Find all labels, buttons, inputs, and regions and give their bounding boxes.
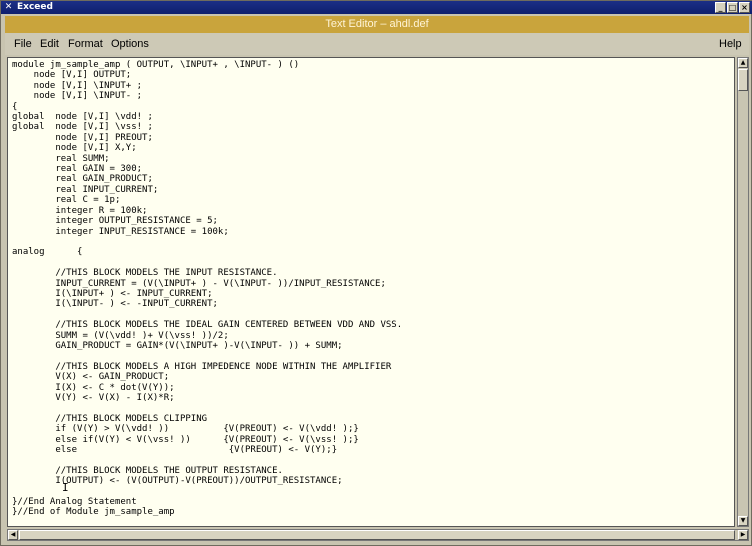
desktop-frame: ✕ Exceed _ □ × Text Editor – ahdl.def Fi… <box>0 0 752 546</box>
menu-bar: File Edit Format Options Help <box>5 33 749 55</box>
menu-format[interactable]: Format <box>68 38 103 50</box>
minimize-button[interactable]: _ <box>715 2 726 13</box>
menu-options[interactable]: Options <box>111 38 149 50</box>
horizontal-scrollbar[interactable]: ◀ ▶ <box>7 529 749 541</box>
text-editor-area[interactable]: module jm_sample_amp ( OUTPUT, \INPUT+ ,… <box>7 57 735 527</box>
outer-window-title: Exceed <box>17 2 53 12</box>
outer-title-bar[interactable]: ✕ Exceed _ □ × <box>1 1 752 14</box>
maximize-button[interactable]: □ <box>727 2 738 13</box>
x-logo-icon: ✕ <box>4 2 13 12</box>
editor-content[interactable]: module jm_sample_amp ( OUTPUT, \INPUT+ ,… <box>8 58 734 518</box>
menu-edit[interactable]: Edit <box>40 38 59 50</box>
scroll-up-arrow-icon[interactable]: ▲ <box>738 58 748 68</box>
scroll-left-arrow-icon[interactable]: ◀ <box>8 530 18 540</box>
menu-file[interactable]: File <box>14 38 32 50</box>
close-button[interactable]: × <box>739 2 750 13</box>
scroll-right-arrow-icon[interactable]: ▶ <box>738 530 748 540</box>
window-title: Text Editor – ahdl.def <box>325 18 429 30</box>
horizontal-scroll-thumb[interactable] <box>19 530 735 540</box>
editor-title-bar[interactable]: Text Editor – ahdl.def <box>5 16 749 33</box>
vertical-scroll-thumb[interactable] <box>738 69 748 91</box>
menu-help[interactable]: Help <box>719 38 742 50</box>
text-cursor-icon: I <box>62 481 69 494</box>
scroll-down-arrow-icon[interactable]: ▼ <box>738 516 748 526</box>
vertical-scrollbar[interactable]: ▲ ▼ <box>737 57 749 527</box>
